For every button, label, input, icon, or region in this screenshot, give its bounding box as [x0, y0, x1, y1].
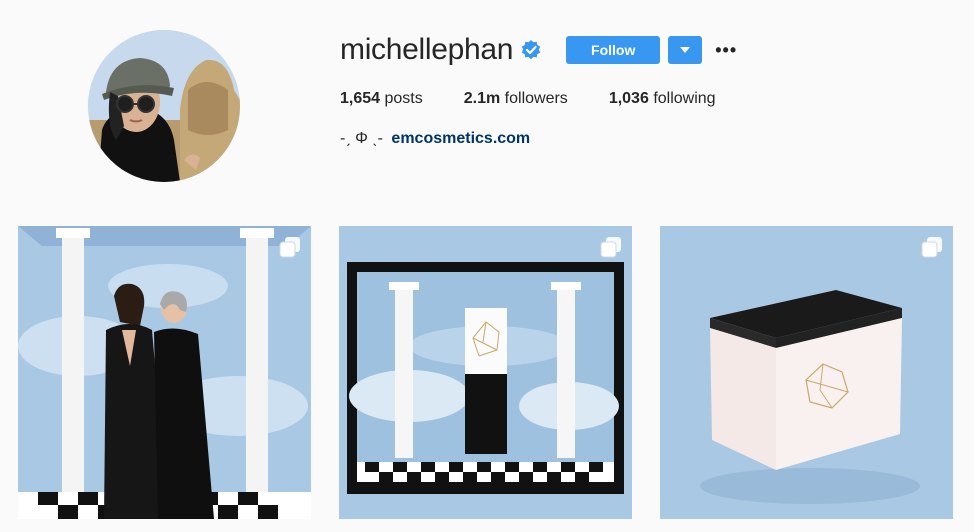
bio: -ˏ Φ ˎ- emcosmetics.com — [340, 130, 757, 148]
following-stat[interactable]: 1,036 following — [609, 90, 716, 108]
verified-badge-icon — [521, 40, 541, 60]
avatar-photo — [88, 30, 240, 182]
avatar[interactable] — [88, 30, 240, 182]
suggestions-dropdown-button[interactable] — [668, 36, 703, 64]
post-tile[interactable] — [18, 226, 311, 519]
post-tile[interactable] — [339, 226, 632, 519]
post-image — [660, 226, 953, 519]
posts-label: posts — [384, 90, 423, 107]
post-image — [18, 226, 311, 519]
posts-count: 1,654 — [340, 90, 381, 107]
followers-count: 2.1m — [463, 90, 501, 107]
post-tile[interactable] — [660, 226, 953, 519]
following-count: 1,036 — [608, 90, 649, 107]
following-label: following — [653, 90, 716, 107]
posts-stat: 1,654 posts — [340, 90, 423, 108]
multi-photo-icon — [599, 235, 623, 259]
profile-header: michellephan Follow ••• 1,654 posts 2.1m… — [340, 30, 757, 148]
follow-button[interactable]: Follow — [566, 36, 661, 64]
followers-stat[interactable]: 2.1m followers — [464, 90, 568, 108]
bio-link[interactable]: emcosmetics.com — [391, 130, 530, 147]
followers-label: followers — [504, 90, 568, 107]
caret-down-icon — [680, 47, 691, 53]
username: michellephan — [340, 33, 514, 66]
profile-stats: 1,654 posts 2.1m followers 1,036 followi… — [340, 90, 757, 108]
multi-photo-icon — [920, 235, 944, 259]
post-image — [339, 226, 632, 519]
multi-photo-icon — [278, 235, 302, 259]
more-options-icon[interactable]: ••• — [714, 36, 738, 64]
bio-text: -ˏ Φ ˎ- — [340, 130, 383, 147]
